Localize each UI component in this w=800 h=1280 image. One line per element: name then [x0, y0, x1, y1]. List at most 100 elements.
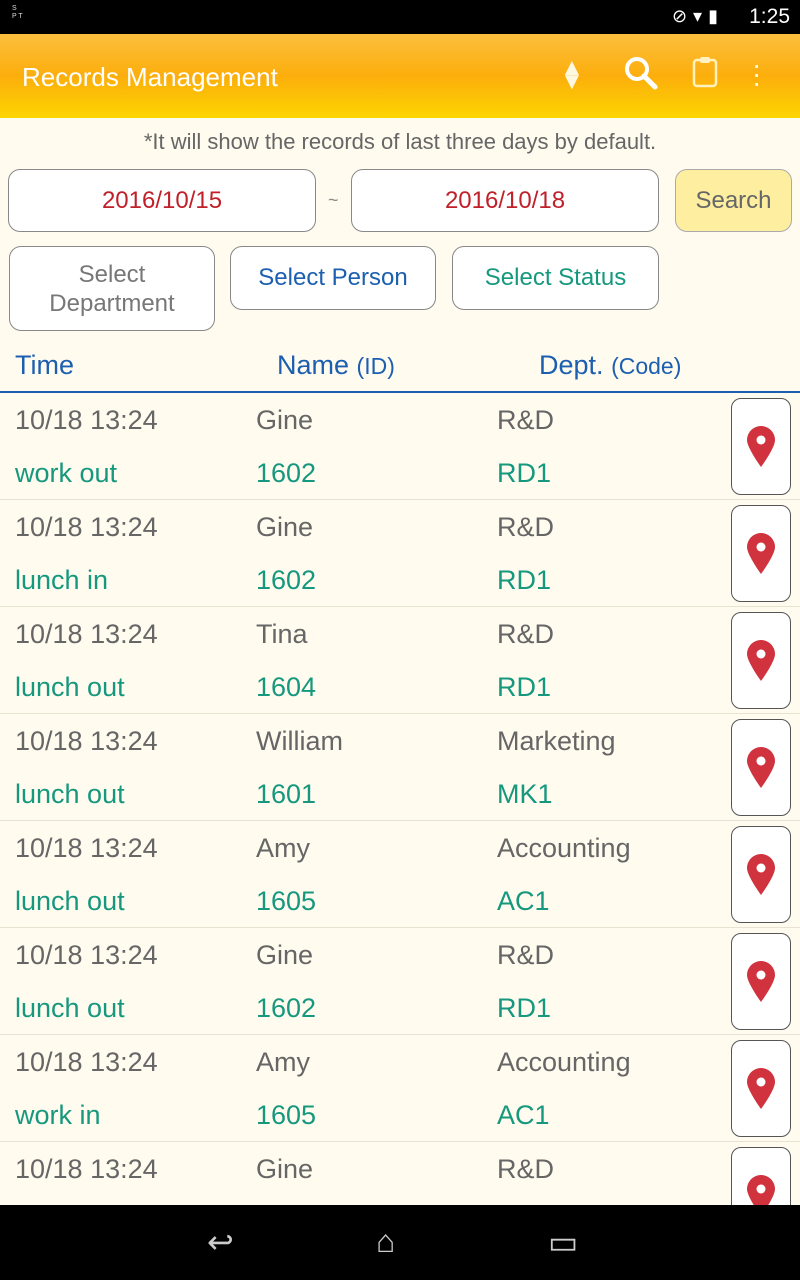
record-status: lunch in: [15, 565, 109, 595]
location-button[interactable]: [731, 505, 791, 602]
search-icon[interactable]: [624, 56, 658, 98]
back-icon[interactable]: ↩: [207, 1223, 234, 1261]
record-time: 10/18 13:24: [15, 619, 158, 649]
record-time: 10/18 13:24: [15, 1047, 158, 1077]
recents-icon[interactable]: ▭: [548, 1223, 578, 1261]
map-pin-icon: [747, 1067, 775, 1109]
record-dept: R&D: [497, 619, 555, 649]
start-date-field[interactable]: 2016/10/15: [8, 169, 316, 232]
record-code: RD1: [497, 672, 552, 702]
record-time: 10/18 13:24: [15, 1154, 158, 1184]
record-name: Tina: [256, 619, 308, 649]
map-pin-icon: [747, 746, 775, 788]
app-logo: SP T: [12, 5, 23, 20]
record-status: work in: [15, 1100, 101, 1130]
record-row[interactable]: 10/18 13:24 Amy Accounting work in 1605 AC1: [0, 1035, 800, 1142]
record-row[interactable]: 10/18 13:24 Gine R&D: [0, 1142, 800, 1205]
map-pin-icon: [747, 853, 775, 895]
location-button[interactable]: [731, 826, 791, 923]
location-button[interactable]: [731, 1040, 791, 1137]
location-button[interactable]: [731, 719, 791, 816]
record-dept: R&D: [497, 405, 555, 435]
record-dept: R&D: [497, 940, 555, 970]
record-dept: R&D: [497, 1154, 555, 1184]
select-status-button[interactable]: Select Status: [452, 246, 659, 310]
home-icon[interactable]: ⌂: [376, 1223, 395, 1260]
record-id: 1605: [256, 1100, 317, 1130]
map-pin-icon: [747, 532, 775, 574]
more-icon[interactable]: · · ·: [752, 51, 761, 97]
status-bar: SP T ⊘▾▮ 1:25: [0, 0, 800, 34]
col-id-label: (ID): [356, 353, 395, 379]
record-name: Amy: [256, 833, 310, 863]
col-dept: Dept. (Code): [539, 350, 681, 381]
record-time: 10/18 13:24: [15, 405, 158, 435]
navigation-bar: ↩ ⌂ ▭: [0, 1205, 800, 1280]
location-button[interactable]: [731, 1147, 791, 1205]
location-button[interactable]: [731, 398, 791, 495]
select-person-button[interactable]: Select Person: [230, 246, 436, 310]
record-name: William: [256, 726, 343, 756]
record-id: 1601: [256, 779, 317, 809]
map-pin-icon: [747, 960, 775, 1002]
col-time: Time: [15, 350, 74, 380]
record-code: RD1: [497, 565, 552, 595]
record-id: 1602: [256, 565, 317, 595]
clock: 1:25: [749, 5, 790, 28]
record-id: 1602: [256, 993, 317, 1023]
end-date-field[interactable]: 2016/10/18: [351, 169, 659, 232]
record-time: 10/18 13:24: [15, 833, 158, 863]
record-status: work out: [15, 458, 118, 488]
list-header: Time Name (ID) Dept. (Code): [0, 350, 800, 393]
record-code: RD1: [497, 458, 552, 488]
search-button[interactable]: Search: [675, 169, 792, 232]
record-id: 1605: [256, 886, 317, 916]
status-icons: ⊘▾▮: [671, 6, 724, 26]
record-name: Amy: [256, 1047, 310, 1077]
record-time: 10/18 13:24: [15, 726, 158, 756]
record-id: 1604: [256, 672, 317, 702]
clipboard-icon[interactable]: [692, 56, 720, 96]
hint-text: *It will show the records of last three …: [143, 129, 657, 154]
record-row[interactable]: 10/18 13:24 Gine R&D lunch out 1602 RD1: [0, 928, 800, 1035]
record-row[interactable]: 10/18 13:24 Gine R&D lunch in 1602 RD1: [0, 500, 800, 607]
record-code: AC1: [497, 886, 550, 916]
record-status: lunch out: [15, 779, 125, 809]
map-pin-icon: [747, 1174, 775, 1205]
record-name: Gine: [256, 405, 314, 435]
col-dept-label: Dept.: [539, 350, 604, 380]
record-status: lunch out: [15, 993, 125, 1023]
map-pin-icon: [747, 425, 775, 467]
col-name: Name (ID): [277, 350, 395, 381]
location-button[interactable]: [731, 933, 791, 1030]
col-name-label: Name: [277, 350, 350, 380]
records-list[interactable]: 10/18 13:24 Gine R&D work out 1602 RD1 10/18 1…: [0, 393, 800, 1205]
record-name: Gine: [256, 512, 314, 542]
location-button[interactable]: [731, 612, 791, 709]
record-time: 10/18 13:24: [15, 940, 158, 970]
record-row[interactable]: 10/18 13:24 Tina R&D lunch out 1604 RD1: [0, 607, 800, 714]
record-name: Gine: [256, 1154, 314, 1184]
record-status: lunch out: [15, 886, 125, 916]
record-dept: Accounting: [497, 1047, 631, 1077]
sort-icon[interactable]: ▲ ▼: [560, 56, 584, 94]
record-id: 1602: [256, 458, 317, 488]
record-row[interactable]: 10/18 13:24 William Marketing lunch out 1601…: [0, 714, 800, 821]
record-status: lunch out: [15, 672, 125, 702]
record-row[interactable]: 10/18 13:24 Amy Accounting lunch out 1605 AC1: [0, 821, 800, 928]
record-code: AC1: [497, 1100, 550, 1130]
record-dept: R&D: [497, 512, 555, 542]
record-name: Gine: [256, 940, 314, 970]
record-row[interactable]: 10/18 13:24 Gine R&D work out 1602 RD1: [0, 393, 800, 500]
record-code: MK1: [497, 779, 553, 809]
record-dept: Accounting: [497, 833, 631, 863]
record-dept: Marketing: [497, 726, 616, 756]
app-title: Records Management: [22, 62, 278, 92]
record-code: RD1: [497, 993, 552, 1023]
record-time: 10/18 13:24: [15, 512, 158, 542]
col-code-label: (Code): [611, 353, 682, 379]
select-department-button[interactable]: Select Department: [9, 246, 215, 331]
map-pin-icon: [747, 639, 775, 681]
app-bar: Records Management ▲ ▼ · · ·: [0, 34, 800, 118]
date-separator: ~: [328, 190, 339, 210]
